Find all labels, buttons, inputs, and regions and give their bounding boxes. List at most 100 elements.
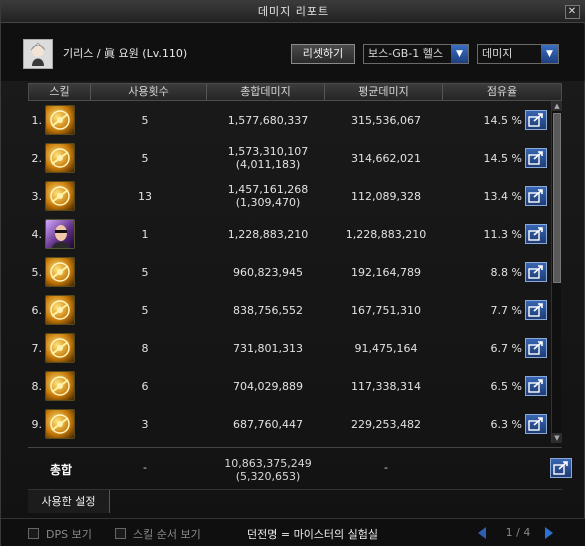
close-button[interactable]: ✕: [565, 5, 580, 19]
row-index: 7.: [31, 342, 43, 355]
share-button[interactable]: [525, 224, 547, 244]
column-uses[interactable]: 사용횟수: [91, 84, 207, 100]
row-total-sub: (1,309,470): [235, 196, 301, 209]
gold-skill-icon: [45, 333, 75, 363]
character-avatar: [23, 39, 53, 69]
table-row[interactable]: 3. 13 1,457,161,268 (1,309,470) 112,089,328 1…: [28, 177, 550, 215]
share-button[interactable]: [525, 262, 547, 282]
row-index: 8.: [31, 380, 43, 393]
table-row[interactable]: 5. 5 960,823,945 192,164,789 8.8 %: [28, 253, 550, 291]
gold-skill-icon: [45, 105, 75, 135]
row-uses: 5: [141, 266, 149, 279]
summary-total: 10,863,375,249 (5,320,653): [208, 457, 328, 483]
row-total-value: 731,801,313: [233, 342, 303, 355]
row-index: 6.: [31, 304, 43, 317]
column-total[interactable]: 총합데미지: [207, 84, 325, 100]
table-scrollbar[interactable]: ▲ ▼: [551, 101, 562, 443]
column-avg[interactable]: 평균데미지: [325, 84, 443, 100]
share-button[interactable]: [525, 414, 547, 434]
table-row[interactable]: 8. 6 704,029,889 117,338,314 6.5 %: [28, 367, 550, 405]
row-uses: 5: [141, 152, 149, 165]
skill-order-checkbox-label: 스킬 순서 보기: [133, 528, 201, 541]
table-row[interactable]: 2. 5 1,573,310,107 (4,011,183) 314,662,021 14…: [28, 139, 550, 177]
row-share: 13.4 %: [483, 190, 522, 203]
row-share: 8.8 %: [490, 266, 522, 279]
row-uses: 6: [141, 380, 149, 393]
row-total-sub: (4,011,183): [235, 158, 301, 171]
row-share: 11.3 %: [483, 228, 522, 241]
gold-skill-icon: [45, 371, 75, 401]
dungeon-name: 던전명 = 마이스터의 실험실: [247, 528, 379, 541]
summary-uses: -: [143, 461, 147, 474]
share-button[interactable]: [525, 300, 547, 320]
arrow-right-icon: [545, 527, 553, 539]
row-share: 6.3 %: [490, 418, 522, 431]
gold-skill-icon: [45, 143, 75, 173]
close-icon: ✕: [567, 6, 578, 17]
column-share[interactable]: 점유율: [443, 84, 561, 100]
portrait-skill-icon: [45, 219, 75, 249]
share-icon: [528, 265, 543, 279]
row-avg: 229,253,482: [351, 418, 421, 431]
row-total: 687,760,447: [208, 418, 328, 431]
share-button[interactable]: [550, 458, 572, 478]
row-index: 4.: [31, 228, 43, 241]
prev-page-button[interactable]: [475, 526, 489, 540]
row-uses: 5: [141, 304, 149, 317]
table-row[interactable]: 7. 8 731,801,313 91,475,164 6.7 %: [28, 329, 550, 367]
share-icon: [528, 189, 543, 203]
next-page-button[interactable]: [542, 526, 556, 540]
gold-skill-icon: [45, 257, 75, 287]
row-share: 7.7 %: [490, 304, 522, 317]
share-button[interactable]: [525, 338, 547, 358]
skill-order-checkbox[interactable]: [115, 528, 126, 539]
damage-report-window: 데미지 리포트 ✕ 기리스 / 眞 요원 (Lv.110) 리셋하기 보스-GB…: [0, 0, 585, 546]
column-skill[interactable]: 스킬: [29, 84, 91, 100]
row-total: 960,823,945: [208, 266, 328, 279]
chevron-down-icon: ▼: [541, 45, 558, 63]
row-avg: 1,228,883,210: [345, 228, 427, 241]
row-total-value: 838,756,552: [233, 304, 303, 317]
row-avg: 314,662,021: [351, 152, 421, 165]
row-total: 1,577,680,337: [208, 114, 328, 127]
summary-avg: -: [384, 461, 388, 474]
scroll-down-button[interactable]: ▼: [552, 433, 562, 443]
title-bar[interactable]: 데미지 리포트 ✕: [1, 1, 585, 23]
row-index: 9.: [31, 418, 43, 431]
row-total: 1,228,883,210: [208, 228, 328, 241]
row-index: 3.: [31, 190, 43, 203]
dps-checkbox[interactable]: [28, 528, 39, 539]
row-total-value: 687,760,447: [233, 418, 303, 431]
row-share: 14.5 %: [483, 114, 522, 127]
share-button[interactable]: [525, 186, 547, 206]
share-icon: [528, 417, 543, 431]
share-button[interactable]: [525, 148, 547, 168]
table-row[interactable]: 9. 3 687,760,447 229,253,482 6.3 %: [28, 405, 550, 443]
reset-button[interactable]: 리셋하기: [291, 44, 355, 64]
gold-skill-icon: [45, 295, 75, 325]
row-total-value: 1,228,883,210: [227, 228, 309, 241]
tab-used-settings[interactable]: 사용한 설정: [28, 490, 110, 513]
summary-label: 총합: [50, 463, 73, 477]
avatar-portrait-icon: [24, 40, 52, 68]
arrow-left-icon: [478, 527, 486, 539]
share-icon: [528, 227, 543, 241]
table-body[interactable]: 1. 5 1,577,680,337 315,536,067 14.5 % 2. 5 1,57…: [28, 101, 550, 443]
table-row[interactable]: 1. 5 1,577,680,337 315,536,067 14.5 %: [28, 101, 550, 139]
row-total: 731,801,313: [208, 342, 328, 355]
row-total: 704,029,889: [208, 380, 328, 393]
share-icon: [528, 303, 543, 317]
scroll-thumb[interactable]: [553, 113, 561, 283]
table-row[interactable]: 6. 5 838,756,552 167,751,310 7.7 %: [28, 291, 550, 329]
row-total-value: 704,029,889: [233, 380, 303, 393]
dps-checkbox-label: DPS 보기: [46, 528, 92, 541]
row-avg: 91,475,164: [354, 342, 418, 355]
boss-select[interactable]: 보스-GB-1 헬스 ▼: [363, 44, 469, 64]
chevron-down-icon: ▼: [451, 45, 468, 63]
scroll-up-button[interactable]: ▲: [552, 101, 562, 111]
metric-select[interactable]: 데미지 ▼: [477, 44, 559, 64]
table-row[interactable]: 4. 1 1,228,883,210 1,228,883,210 11.3 %: [28, 215, 550, 253]
share-button[interactable]: [525, 110, 547, 130]
share-button[interactable]: [525, 376, 547, 396]
row-avg: 167,751,310: [351, 304, 421, 317]
